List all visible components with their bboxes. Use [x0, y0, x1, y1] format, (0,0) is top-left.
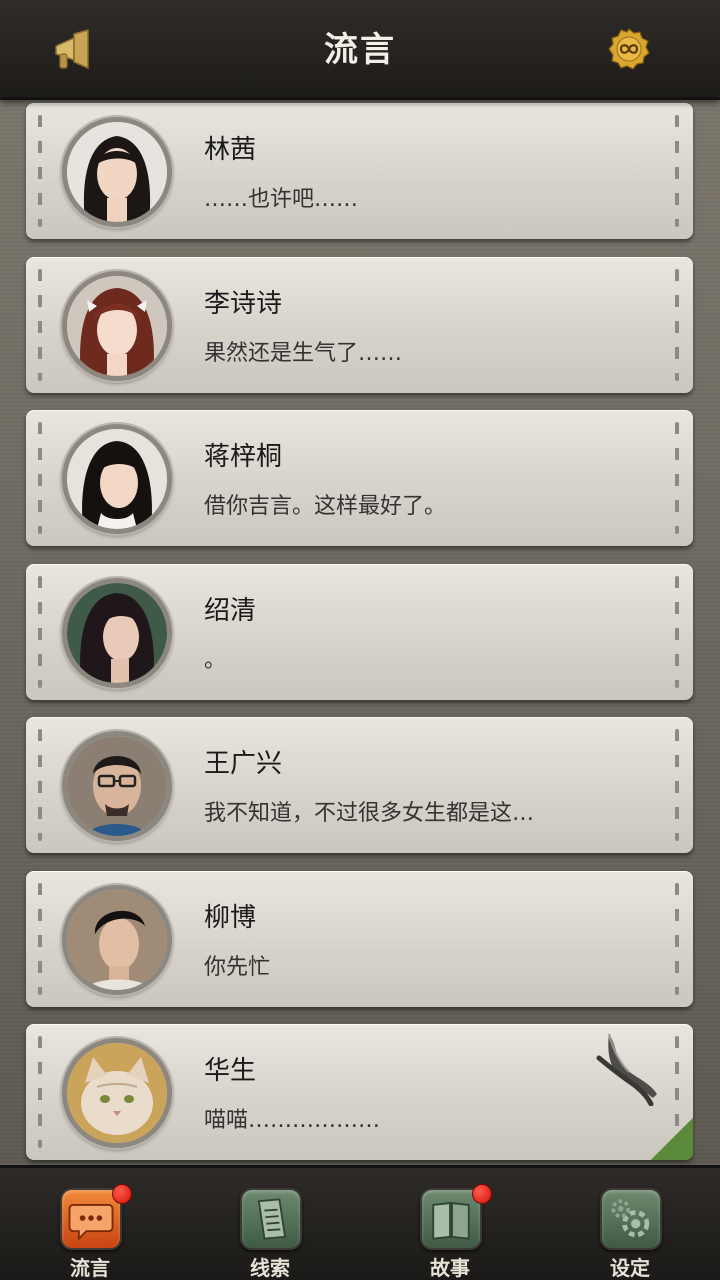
rumor-list[interactable]: 林茜 ……也许吧…… 李诗诗 果然还是生气了…… 蒋梓桐 借你吉言。这样最好了。… [0, 100, 720, 1165]
tab-label: 线索 [250, 1256, 290, 1280]
card-stitch [675, 269, 679, 381]
quill-pen-icon[interactable] [595, 1028, 665, 1106]
avatar[interactable] [62, 885, 172, 995]
card-stitch [38, 269, 42, 381]
card-stitch [675, 729, 679, 841]
avatar-portrait-icon [67, 1043, 167, 1143]
avatar[interactable] [62, 117, 172, 227]
avatar[interactable] [62, 424, 172, 534]
tab-label: 设定 [610, 1256, 650, 1280]
contact-name: 李诗诗 [204, 289, 283, 319]
message-preview: 我不知道，不过很多女生都是这… [204, 801, 535, 826]
card-stitch [38, 422, 42, 534]
message-preview: ……也许吧…… [204, 187, 359, 212]
book-icon [432, 1202, 470, 1240]
tab-label: 流言 [70, 1256, 110, 1280]
bottom-tab-bar: 流言 线索 故事 设定 [0, 1165, 720, 1280]
card-stitch [675, 576, 679, 688]
avatar-portrait-icon [67, 122, 167, 222]
message-preview: 。 [204, 648, 227, 673]
avatar[interactable] [62, 271, 172, 381]
avatar-portrait-icon [67, 429, 167, 529]
infinity-coin-icon[interactable] [608, 28, 650, 70]
avatar[interactable] [62, 1038, 172, 1148]
contact-name: 王广兴 [204, 749, 283, 779]
card-stitch [38, 576, 42, 688]
tab-story[interactable]: 故事 [390, 1168, 510, 1280]
contact-name: 华生 [204, 1056, 257, 1086]
card-stitch [38, 1036, 42, 1148]
contact-name: 蒋梓桐 [204, 442, 283, 472]
contact-name: 柳博 [204, 903, 257, 933]
avatar[interactable] [62, 731, 172, 841]
chat-bubble-icon [68, 1204, 114, 1241]
message-preview: 果然还是生气了…… [204, 341, 403, 366]
tab-label: 故事 [430, 1256, 470, 1280]
card-stitch [38, 729, 42, 841]
card-stitch [675, 422, 679, 534]
avatar-portrait-icon [67, 736, 167, 836]
avatar[interactable] [62, 578, 172, 688]
list-item[interactable]: 林茜 ……也许吧…… [26, 103, 693, 239]
message-preview: 你先忙 [204, 955, 271, 980]
tab-clues[interactable]: 线索 [210, 1168, 330, 1280]
notification-badge [472, 1184, 492, 1204]
notification-badge [112, 1184, 132, 1204]
tab-settings-button[interactable] [600, 1188, 662, 1250]
card-stitch [38, 115, 42, 227]
card-stitch [675, 115, 679, 227]
contact-name: 林茜 [204, 135, 257, 165]
list-item[interactable]: 蒋梓桐 借你吉言。这样最好了。 [26, 410, 693, 546]
list-item[interactable]: 柳博 你先忙 [26, 871, 693, 1007]
tab-rumors[interactable]: 流言 [30, 1168, 150, 1280]
list-item[interactable]: 绍清 。 [26, 564, 693, 700]
tab-settings[interactable]: 设定 [570, 1168, 690, 1280]
list-item[interactable]: 华生 喵喵……………… [26, 1024, 693, 1160]
list-item[interactable]: 王广兴 我不知道，不过很多女生都是这… [26, 717, 693, 853]
card-stitch [38, 883, 42, 995]
top-bar: 流言 [0, 0, 720, 100]
contact-name: 绍清 [204, 596, 257, 626]
avatar-portrait-icon [67, 583, 167, 683]
tab-clues-button[interactable] [240, 1188, 302, 1250]
card-stitch [675, 883, 679, 995]
avatar-portrait-icon [67, 890, 167, 990]
message-preview: 借你吉言。这样最好了。 [204, 494, 447, 519]
page-curl [651, 1118, 693, 1160]
gear-icon [611, 1199, 650, 1238]
list-item[interactable]: 李诗诗 果然还是生气了…… [26, 257, 693, 393]
message-preview: 喵喵……………… [204, 1108, 381, 1133]
document-icon [257, 1198, 287, 1240]
avatar-portrait-icon [67, 276, 167, 376]
